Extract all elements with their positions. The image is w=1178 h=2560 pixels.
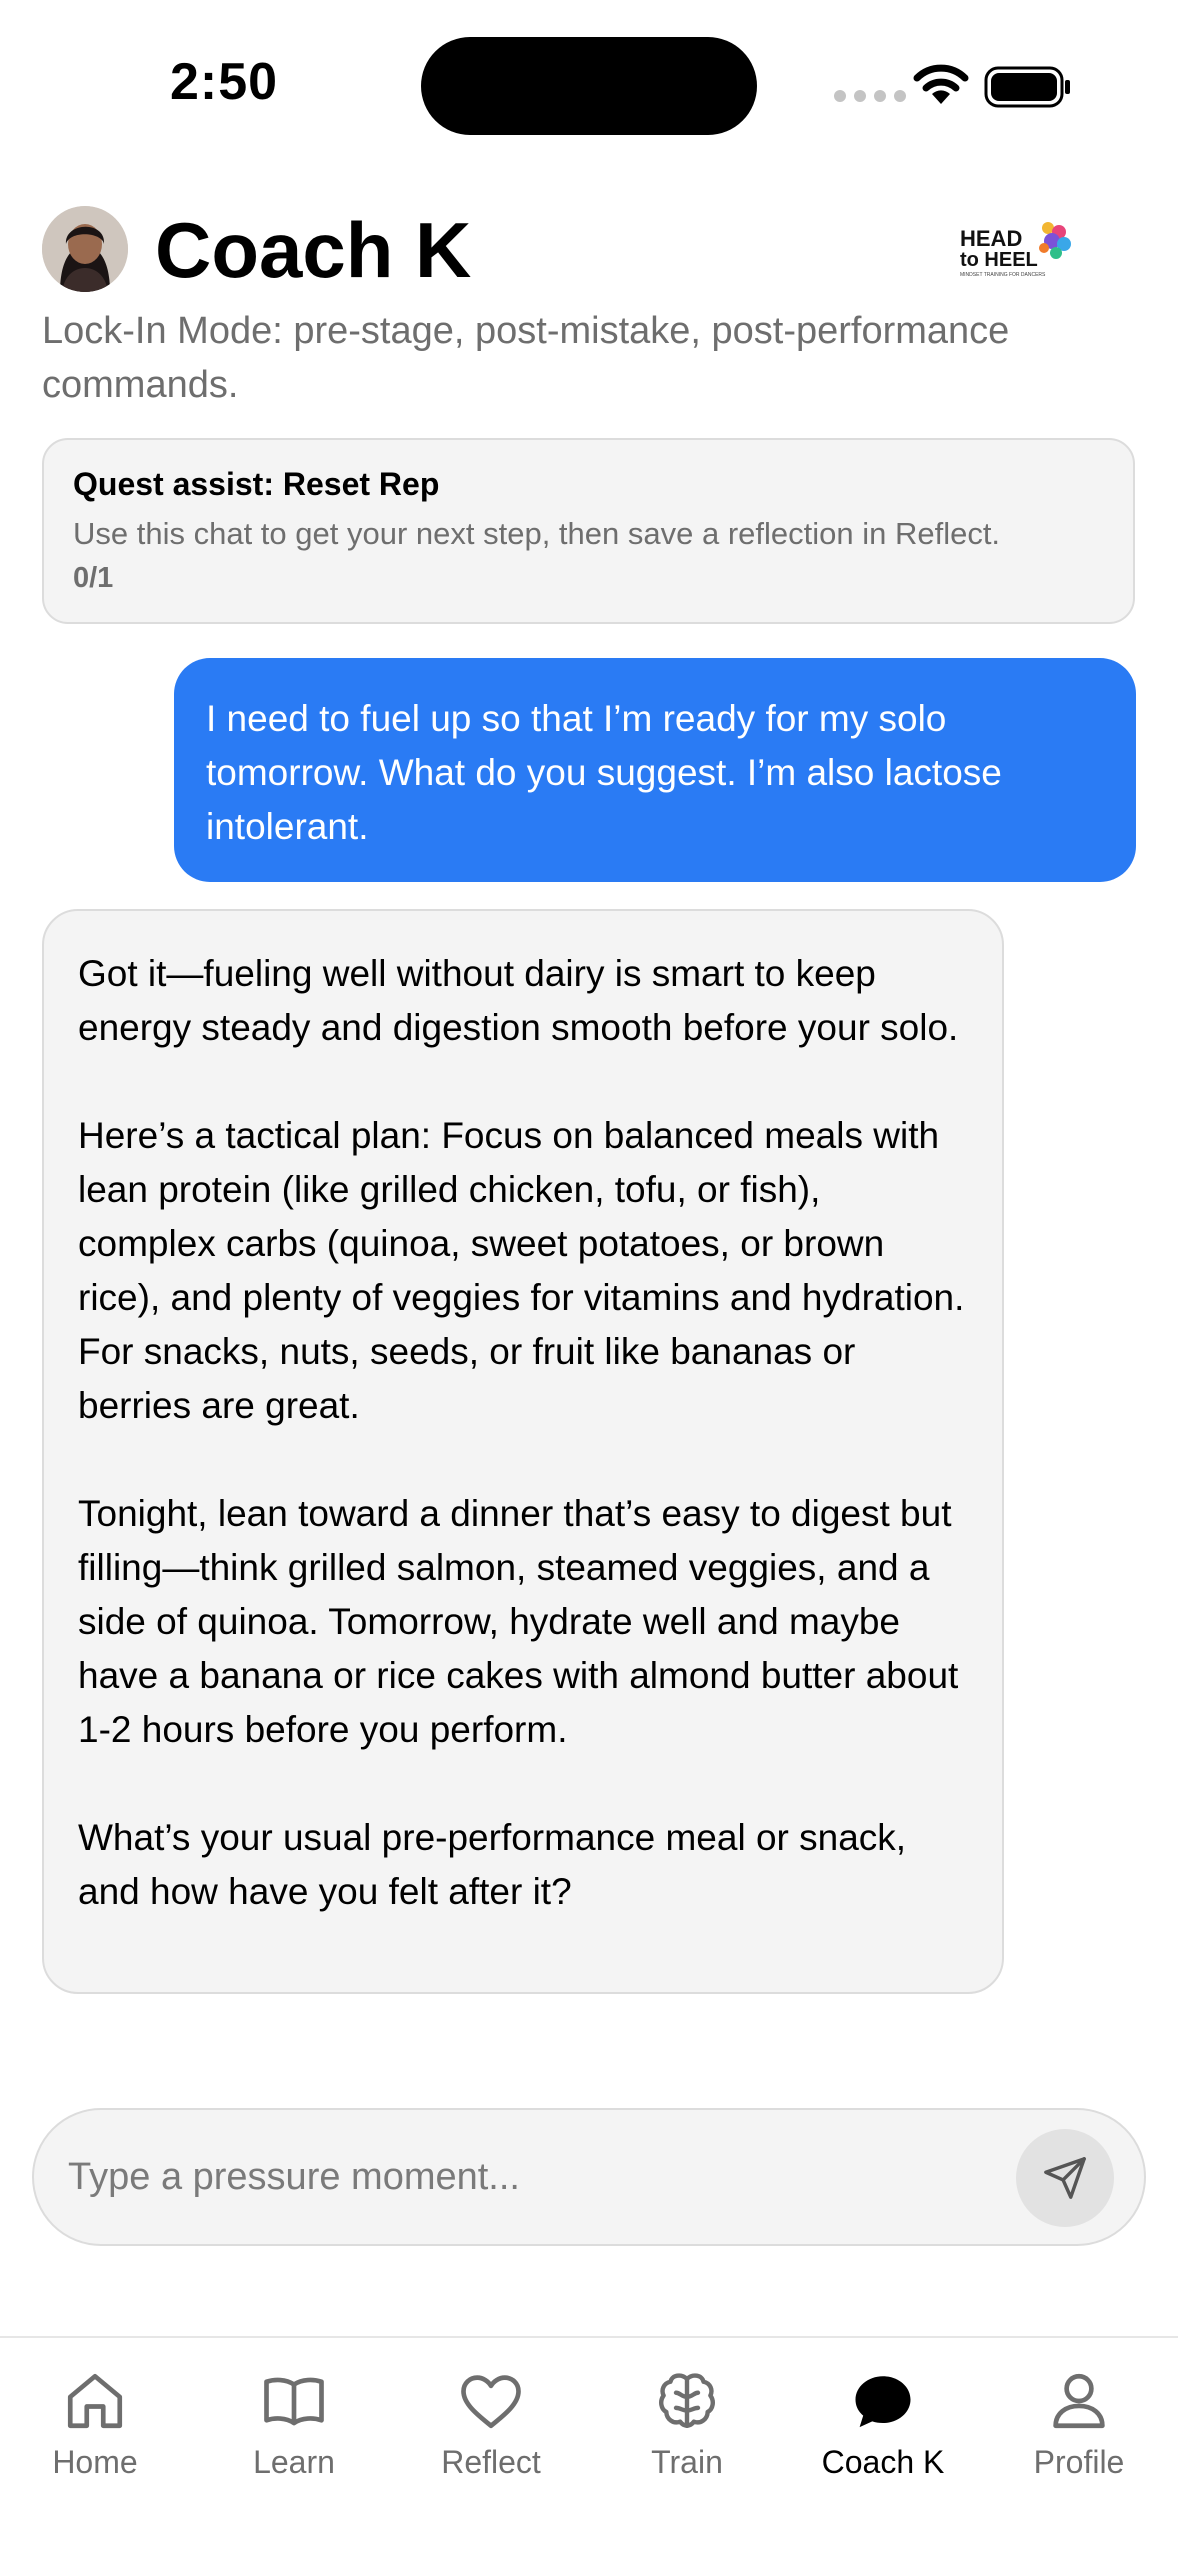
coach-message-paragraph: Tonight, lean toward a dinner that’s eas… [78, 1493, 959, 1750]
quest-description: Use this chat to get your next step, the… [73, 516, 1001, 551]
brain-icon [659, 2373, 715, 2428]
coach-message-paragraph: Here’s a tactical plan: Focus on balance… [78, 1115, 965, 1426]
tab-label: Coach K [821, 2444, 945, 2480]
battery-icon [984, 66, 1070, 108]
quest-progress: 0/1 [73, 562, 114, 594]
chat-bubble-icon [855, 2376, 911, 2428]
coach-message-paragraph: What’s your usual pre-performance meal o… [78, 1817, 907, 1912]
tab-label: Learn [253, 2444, 335, 2480]
user-message-bubble: I need to fuel up so that I’m ready for … [174, 658, 1136, 882]
coach-avatar [42, 206, 128, 292]
coach-k-screen: 2:50 Coach K HEAD to HEEL MINDSET TRAINI… [0, 0, 1178, 2560]
send-icon [1044, 2157, 1086, 2199]
svg-text:MINDSET TRAINING FOR DANCERS: MINDSET TRAINING FOR DANCERS [960, 272, 1046, 278]
tab-reflect[interactable]: Reflect [393, 2368, 589, 2488]
cellular-signal-icon [834, 90, 906, 102]
tab-label: Reflect [441, 2444, 541, 2480]
status-time: 2:50 [170, 53, 279, 111]
tab-profile[interactable]: Profile [981, 2368, 1177, 2488]
tab-label: Train [651, 2444, 723, 2480]
tab-label: Home [52, 2444, 138, 2480]
bottom-tab-bar: Home Learn Reflect Train Coach K Profile [0, 2336, 1178, 2560]
wifi-icon [913, 64, 969, 104]
quest-title: Quest assist: Reset Rep [73, 466, 440, 502]
tab-label: Profile [1033, 2444, 1125, 2480]
quest-assist-card[interactable]: Quest assist: Reset Rep Use this chat to… [42, 438, 1135, 624]
tab-learn[interactable]: Learn [196, 2368, 392, 2488]
dynamic-island [421, 37, 757, 135]
head-to-heel-logo: HEAD to HEEL MINDSET TRAINING FOR DANCER… [960, 222, 1071, 278]
message-composer [32, 2108, 1146, 2246]
send-button[interactable] [1016, 2129, 1114, 2227]
svg-text:HEAD: HEAD [960, 226, 1022, 251]
page-title: Coach K [155, 206, 472, 294]
heart-icon [461, 2375, 521, 2429]
coach-message-paragraph: Got it—fueling well without dairy is sma… [78, 953, 959, 1048]
message-input[interactable] [68, 2144, 988, 2210]
tab-train[interactable]: Train [589, 2368, 785, 2488]
tab-home[interactable]: Home [0, 2368, 193, 2488]
svg-text:to HEEL: to HEEL [960, 249, 1038, 271]
person-icon [1053, 2373, 1105, 2429]
coach-message-bubble: Got it—fueling well without dairy is sma… [42, 909, 1004, 1994]
tab-coach-k[interactable]: Coach K [785, 2368, 981, 2488]
book-icon [264, 2377, 324, 2426]
home-icon [67, 2373, 123, 2429]
page-subtitle: Lock-In Mode: pre-stage, post-mistake, p… [42, 310, 1010, 406]
